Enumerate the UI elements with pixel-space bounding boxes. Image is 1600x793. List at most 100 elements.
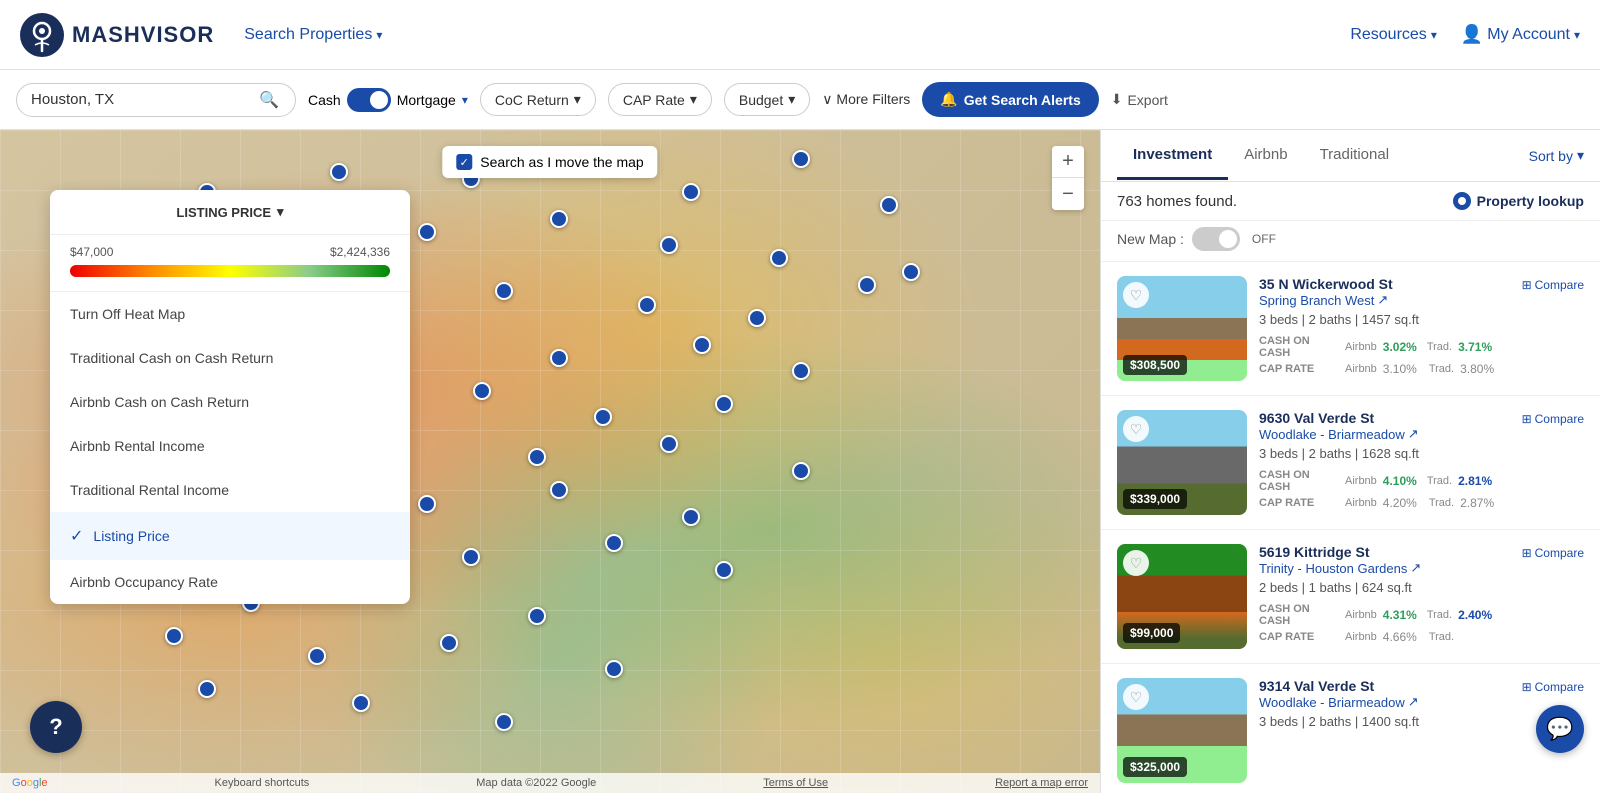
favorite-button[interactable]: ♡ [1123,550,1149,576]
dropdown-item-trad-rental[interactable]: Traditional Rental Income [50,468,410,512]
help-button[interactable]: ? [30,701,82,753]
coc-label: CASH ON CASH [1259,335,1339,359]
download-icon: ⬇ [1111,91,1123,108]
map-pin[interactable] [693,336,711,354]
map-pin[interactable] [440,634,458,652]
map-pin[interactable] [715,561,733,579]
coc-return-filter[interactable]: CoC Return ▾ [480,83,596,116]
coc-label: CASH ON CASH [1259,603,1339,627]
map-pin[interactable] [638,296,656,314]
zoom-out-button[interactable]: − [1052,178,1084,210]
more-filters-btn[interactable]: ∨ More Filters [822,91,910,108]
compare-button[interactable]: ⊞ Compare [1522,278,1584,292]
radio-inner [1458,197,1466,205]
cap-rate-trad-val: 3.80% [1460,362,1494,376]
compare-button[interactable]: ⊞ Compare [1522,412,1584,426]
search-icon[interactable]: 🔍 [259,90,279,110]
map-pin[interactable] [858,276,876,294]
map-pin[interactable] [748,309,766,327]
coc-airbnb-val: 3.02% [1383,340,1417,354]
tab-investment[interactable]: Investment [1117,132,1228,180]
cash-mortgage-toggle-wrap: Cash Mortgage ▾ [308,88,468,112]
property-price-tag: $339,000 [1123,489,1187,509]
new-map-toggle[interactable] [1192,227,1240,251]
budget-filter[interactable]: Budget ▾ [724,83,810,116]
map-pin[interactable] [682,508,700,526]
coc-trad-val: 3.71% [1458,340,1492,354]
cap-rate-label: CAP RATE [1259,363,1339,375]
map-pin[interactable] [550,210,568,228]
right-nav: Resources ▾ 👤 My Account ▾ [1350,24,1580,45]
dropdown-item-heatmap[interactable]: Turn Off Heat Map [50,292,410,336]
get-alerts-button[interactable]: 🔔 Get Search Alerts [922,82,1098,117]
terms-link[interactable]: Terms of Use [763,777,828,789]
favorite-button[interactable]: ♡ [1123,282,1149,308]
sort-chevron-icon: ▾ [1577,147,1584,164]
mortgage-label: Mortgage [397,92,456,108]
property-info: 9630 Val Verde St Woodlake - Briarmeadow… [1259,410,1510,513]
listing-chevron-icon: ▾ [277,204,284,220]
account-nav[interactable]: 👤 My Account ▾ [1461,24,1580,45]
export-button[interactable]: ⬇ Export [1111,91,1168,108]
chat-widget[interactable]: 💬 [1536,705,1584,753]
map-pin[interactable] [792,150,810,168]
map-pin[interactable] [462,548,480,566]
map-area[interactable]: ✓ Search as I move the map + − LISTING P… [0,130,1100,793]
property-lookup[interactable]: Property lookup [1453,192,1584,210]
property-details: 2 beds | 1 baths | 624 sq.ft [1259,580,1510,595]
search-move-checkbox[interactable]: ✓ [456,154,472,170]
map-pin[interactable] [418,223,436,241]
dropdown-item-airbnb-coc[interactable]: Airbnb Cash on Cash Return [50,380,410,424]
property-neighborhood[interactable]: Spring Branch West ↗ [1259,292,1510,308]
property-neighborhood[interactable]: Trinity - Houston Gardens ↗ [1259,560,1510,576]
property-info: 35 N Wickerwood St Spring Branch West ↗ … [1259,276,1510,379]
zoom-controls: + − [1052,146,1084,210]
dropdown-item-trad-coc[interactable]: Traditional Cash on Cash Return [50,336,410,380]
search-properties-nav[interactable]: Search Properties ▾ [244,26,382,44]
property-neighborhood[interactable]: Woodlake - Briarmeadow ↗ [1259,426,1510,442]
compare-button[interactable]: ⊞ Compare [1522,546,1584,560]
account-chevron-icon: ▾ [1574,28,1580,42]
resources-nav[interactable]: Resources ▾ [1350,26,1437,44]
map-pin[interactable] [792,362,810,380]
location-input[interactable] [31,91,251,108]
favorite-button[interactable]: ♡ [1123,416,1149,442]
zoom-in-button[interactable]: + [1052,146,1084,178]
dropdown-item-airbnb-rental[interactable]: Airbnb Rental Income [50,424,410,468]
tab-airbnb[interactable]: Airbnb [1228,132,1303,180]
map-pin[interactable] [660,435,678,453]
search-move-bar: ✓ Search as I move the map [442,146,657,178]
property-metrics: CASH ON CASH Airbnb 3.02% Trad. 3.71% CA… [1259,335,1510,376]
property-neighborhood[interactable]: Woodlake - Briarmeadow ↗ [1259,694,1510,710]
map-pin[interactable] [660,236,678,254]
map-pin[interactable] [682,183,700,201]
cap-rate-filter[interactable]: CAP Rate ▾ [608,83,712,116]
cash-on-cash-row: CASH ON CASH Airbnb 4.31% Trad. 2.40% [1259,603,1510,627]
keyboard-shortcuts: Keyboard shortcuts [215,777,310,789]
sort-by-button[interactable]: Sort by ▾ [1529,147,1584,164]
report-link[interactable]: Report a map error [995,777,1088,789]
tab-traditional[interactable]: Traditional [1304,132,1405,180]
map-pin[interactable] [473,382,491,400]
compare-button[interactable]: ⊞ Compare [1522,680,1584,694]
new-map-row: New Map : OFF [1101,221,1600,262]
map-pin[interactable] [308,647,326,665]
property-image: ♡ $308,500 [1117,276,1247,381]
location-search[interactable]: 🔍 [16,83,296,117]
neighborhood-link-icon: ↗ [1377,292,1388,308]
property-price-tag: $308,500 [1123,355,1187,375]
dropdown-item-listing-price[interactable]: ✓ Listing Price [50,512,410,560]
cash-mortgage-toggle[interactable] [347,88,391,112]
listing-dropdown-header[interactable]: LISTING PRICE ▾ [50,190,410,235]
map-pin[interactable] [792,462,810,480]
budget-chevron-icon: ▾ [788,91,795,108]
map-pin[interactable] [418,495,436,513]
property-info: 9314 Val Verde St Woodlake - Briarmeadow… [1259,678,1510,737]
search-bar: 🔍 Cash Mortgage ▾ CoC Return ▾ CAP Rate … [0,70,1600,130]
check-icon: ✓ [70,526,83,546]
map-pin[interactable] [352,694,370,712]
dropdown-item-airbnb-occupancy[interactable]: Airbnb Occupancy Rate [50,560,410,604]
map-pin[interactable] [902,263,920,281]
map-pin[interactable] [550,349,568,367]
favorite-button[interactable]: ♡ [1123,684,1149,710]
